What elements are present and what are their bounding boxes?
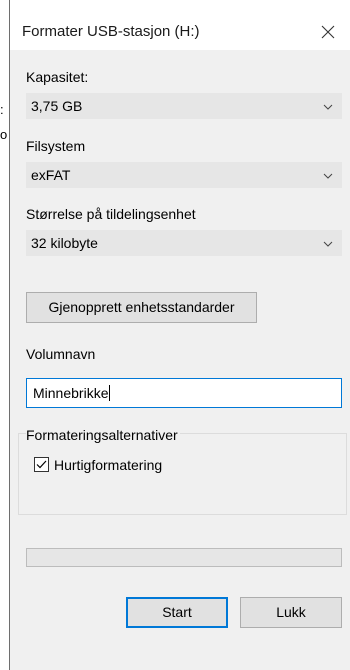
capacity-label: Kapasitet:	[26, 69, 89, 85]
title-bar: Formater USB-stasjon (H:)	[10, 0, 350, 50]
capacity-value: 3,75 GB	[31, 98, 83, 114]
capacity-dropdown[interactable]: 3,75 GB	[26, 93, 342, 119]
format-options-title: Formateringsalternativer	[26, 427, 180, 443]
close-button[interactable]	[305, 16, 350, 48]
format-progress-bar	[26, 548, 342, 567]
quick-format-label: Hurtigformatering	[54, 457, 163, 473]
window-title: Formater USB-stasjon (H:)	[22, 23, 200, 40]
text-caret	[109, 385, 111, 401]
chevron-down-icon	[323, 241, 333, 247]
volume-label-input[interactable]: Minnebrikke	[26, 378, 342, 408]
volume-label-label: Volumnavn	[26, 346, 96, 362]
close-dialog-button[interactable]: Lukk	[240, 597, 342, 628]
checkmark-icon	[36, 460, 47, 469]
start-button[interactable]: Start	[126, 597, 228, 628]
filesystem-value: exFAT	[31, 167, 71, 183]
close-icon	[321, 25, 335, 39]
filesystem-dropdown[interactable]: exFAT	[26, 162, 342, 188]
filesystem-label: Filsystem	[26, 138, 86, 154]
quick-format-checkbox[interactable]	[34, 457, 49, 472]
volume-label-value: Minnebrikke	[33, 385, 111, 401]
format-options-group	[18, 433, 347, 515]
restore-defaults-button[interactable]: Gjenopprett enhetsstandarder	[26, 292, 257, 323]
allocation-size-dropdown[interactable]: 32 kilobyte	[26, 230, 342, 256]
allocation-size-value: 32 kilobyte	[31, 235, 98, 251]
chevron-down-icon	[323, 104, 333, 110]
format-dialog: Formater USB-stasjon (H:) Kapasitet: 3,7…	[9, 0, 350, 670]
allocation-size-label: Størrelse på tildelingsenhet	[26, 206, 196, 222]
chevron-down-icon	[323, 173, 333, 179]
